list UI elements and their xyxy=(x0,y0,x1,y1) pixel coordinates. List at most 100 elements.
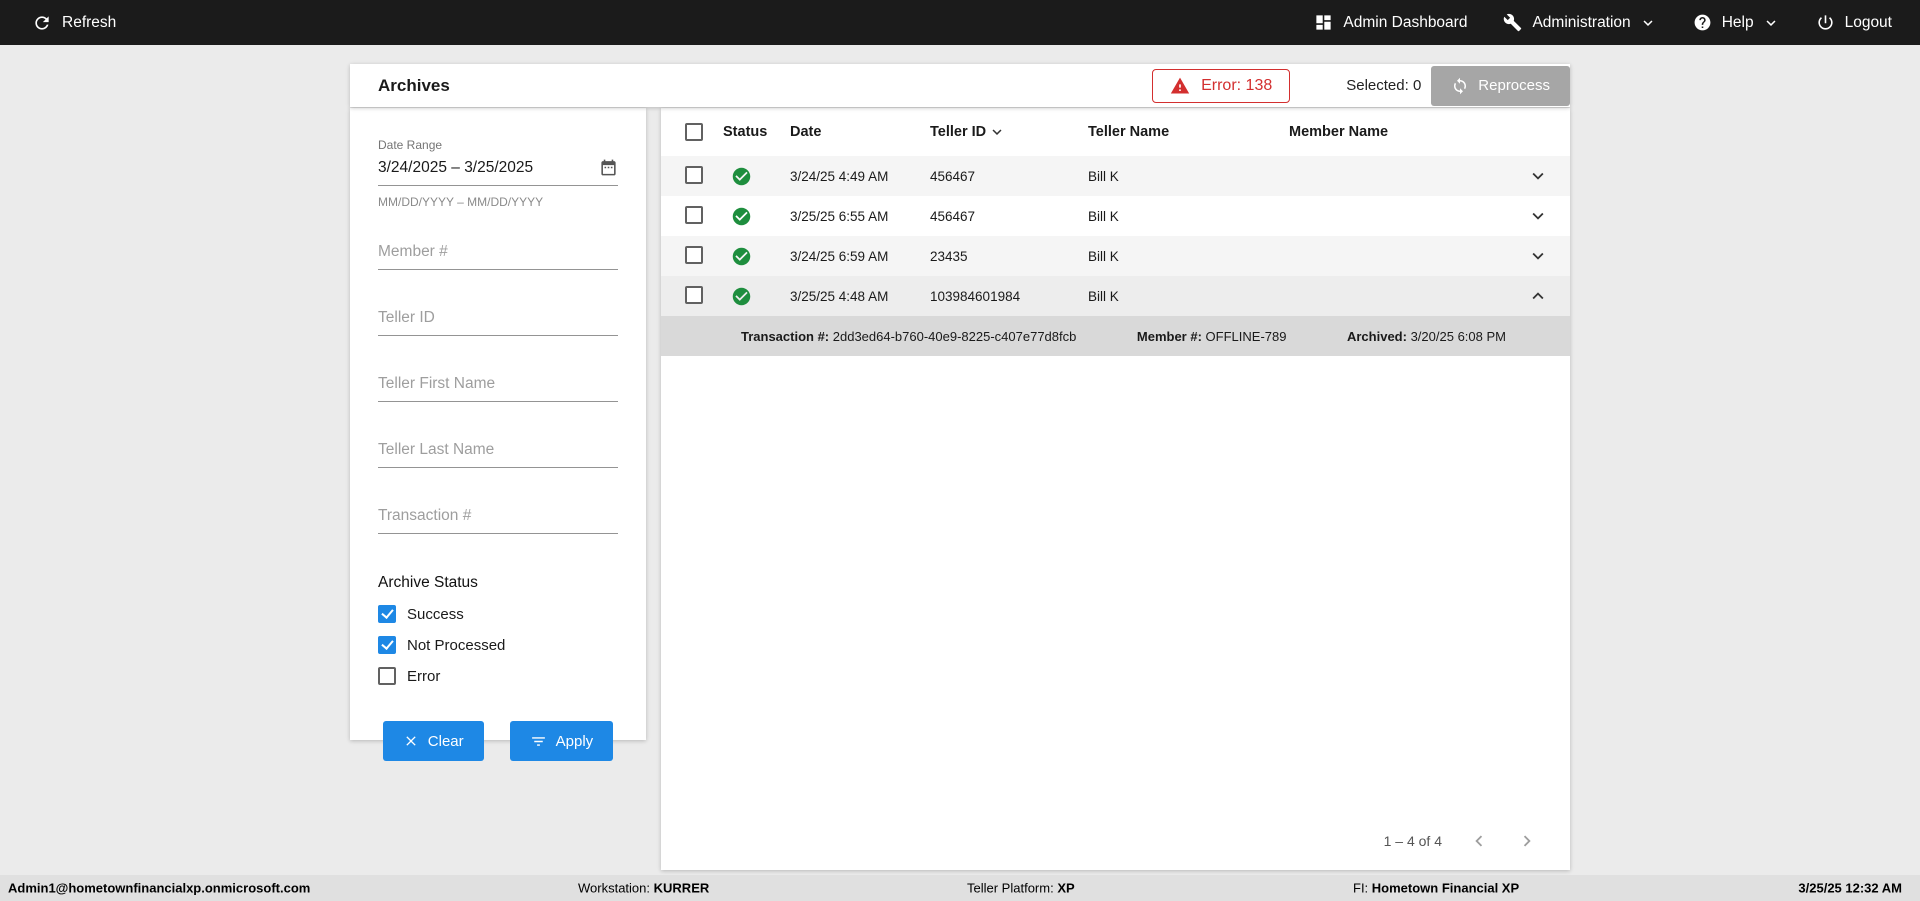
wrench-icon xyxy=(1503,13,1522,32)
row-checkbox[interactable] xyxy=(685,165,703,184)
filter-panel: Date Range MM/DD/YYYY – MM/DD/YYYY xyxy=(350,108,646,761)
row-date: 3/24/25 4:49 AM xyxy=(790,168,889,184)
column-header-teller-id[interactable]: Teller ID xyxy=(930,123,1088,141)
sync-icon xyxy=(1451,77,1469,95)
error-checkbox-label: Error xyxy=(407,667,441,685)
checkbox-row-success[interactable]: Success xyxy=(378,605,618,623)
current-datetime: 3/25/25 12:32 AM xyxy=(1798,880,1902,896)
success-checkbox-label: Success xyxy=(407,605,464,623)
error-checkbox[interactable] xyxy=(378,667,396,685)
date-range-input[interactable] xyxy=(378,152,618,185)
clear-label: Clear xyxy=(427,732,464,750)
success-status-icon xyxy=(723,286,790,307)
row-teller-id: 456467 xyxy=(930,168,976,184)
reprocess-label: Reprocess xyxy=(1478,77,1550,94)
main-content: Archives Error: 138 Selected: 0 Reproces… xyxy=(350,64,1570,870)
selected-count: Selected: 0 xyxy=(1346,77,1422,94)
success-status-icon xyxy=(723,166,790,187)
expand-row-chevron-icon[interactable] xyxy=(1505,165,1570,187)
apply-button[interactable]: Apply xyxy=(509,721,614,761)
administration-menu[interactable]: Administration xyxy=(1503,13,1656,32)
calendar-icon[interactable] xyxy=(599,158,618,177)
pagination: 1 – 4 of 4 xyxy=(661,830,1570,870)
admin-dashboard-label: Admin Dashboard xyxy=(1343,13,1468,31)
archive-status-label: Archive Status xyxy=(378,574,478,591)
next-page-button[interactable] xyxy=(1516,830,1538,852)
table-header-row: Status Date Teller ID Teller Name Member… xyxy=(661,108,1570,156)
expand-row-chevron-icon[interactable] xyxy=(1505,285,1570,307)
member-number-input[interactable] xyxy=(378,236,618,269)
expand-row-chevron-icon[interactable] xyxy=(1505,245,1570,267)
table-row[interactable]: 3/24/25 6:59 AM 23435 Bill K xyxy=(661,236,1570,276)
row-date: 3/25/25 6:55 AM xyxy=(790,208,889,224)
column-header-status[interactable]: Status xyxy=(723,124,790,140)
error-count-badge[interactable]: Error: 138 xyxy=(1152,68,1291,103)
transaction-number-input[interactable] xyxy=(378,500,618,533)
date-range-helper: MM/DD/YYYY – MM/DD/YYYY xyxy=(378,195,544,209)
teller-id-input[interactable] xyxy=(378,302,618,335)
financial-institution-info: FI: Hometown Financial XP xyxy=(1353,880,1520,896)
power-icon xyxy=(1816,13,1835,32)
reprocess-button[interactable]: Reprocess xyxy=(1431,65,1570,106)
row-teller-id: 103984601984 xyxy=(930,288,1021,304)
teller-last-name-input[interactable] xyxy=(378,434,618,467)
page-header-bar: Archives Error: 138 Selected: 0 Reproces… xyxy=(350,64,1570,107)
sort-descending-icon[interactable] xyxy=(988,123,1006,141)
teller-first-name-input[interactable] xyxy=(378,368,618,401)
logged-in-user: Admin1@hometownfinancialxp.onmicrosoft.c… xyxy=(8,880,311,896)
filter-icon xyxy=(530,733,547,750)
not-processed-checkbox[interactable] xyxy=(378,636,396,654)
table-row[interactable]: 3/25/25 6:55 AM 456467 Bill K xyxy=(661,196,1570,236)
detail-member: Member #: OFFLINE-789 xyxy=(1136,328,1287,344)
refresh-button[interactable]: Refresh xyxy=(32,13,116,33)
detail-transaction: Transaction #: 2dd3ed64-b760-40e9-8225-c… xyxy=(741,328,1077,344)
row-teller-id: 456467 xyxy=(930,208,976,224)
error-count-label: Error: 138 xyxy=(1201,76,1273,94)
table-row[interactable]: 3/24/25 4:49 AM 456467 Bill K xyxy=(661,156,1570,196)
checkbox-row-error[interactable]: Error xyxy=(378,667,618,685)
detail-archived: Archived: 3/20/25 6:08 PM xyxy=(1346,328,1506,344)
help-label: Help xyxy=(1721,13,1754,31)
archives-table: Status Date Teller ID Teller Name Member… xyxy=(661,108,1570,870)
checkbox-row-not-processed[interactable]: Not Processed xyxy=(378,636,618,654)
column-header-teller-name[interactable]: Teller Name xyxy=(1088,124,1289,140)
not-processed-checkbox-label: Not Processed xyxy=(407,636,506,654)
status-bar: Admin1@hometownfinancialxp.onmicrosoft.c… xyxy=(0,875,1920,901)
admin-dashboard-button[interactable]: Admin Dashboard xyxy=(1314,13,1467,32)
row-teller-name: Bill K xyxy=(1088,248,1119,264)
dashboard-grid-icon xyxy=(1314,13,1333,32)
teller-id-header-label: Teller ID xyxy=(930,124,987,140)
row-checkbox[interactable] xyxy=(685,205,703,224)
previous-page-button[interactable] xyxy=(1468,830,1490,852)
help-question-icon xyxy=(1693,13,1712,32)
logout-button[interactable]: Logout xyxy=(1816,13,1892,32)
pagination-range-label: 1 – 4 of 4 xyxy=(1383,833,1442,849)
table-row[interactable]: 3/25/25 4:48 AM 103984601984 Bill K xyxy=(661,276,1570,316)
select-all-checkbox[interactable] xyxy=(685,123,703,141)
success-checkbox[interactable] xyxy=(378,605,396,623)
x-clear-icon xyxy=(403,733,419,749)
success-status-icon xyxy=(723,206,790,227)
clear-button[interactable]: Clear xyxy=(382,721,484,761)
expand-row-chevron-icon[interactable] xyxy=(1505,205,1570,227)
administration-label: Administration xyxy=(1532,13,1631,31)
help-menu[interactable]: Help xyxy=(1693,13,1780,32)
chevron-down-icon xyxy=(1639,14,1657,32)
expanded-detail-row: Transaction #: 2dd3ed64-b760-40e9-8225-c… xyxy=(661,316,1570,356)
logout-label: Logout xyxy=(1844,13,1892,31)
date-range-label: Date Range xyxy=(378,138,443,152)
workstation-info: Workstation: KURRER xyxy=(578,880,710,896)
row-date: 3/24/25 6:59 AM xyxy=(790,248,889,264)
warning-triangle-icon xyxy=(1170,76,1190,96)
table-body: 3/24/25 4:49 AM 456467 Bill K 3/25/25 6:… xyxy=(661,156,1570,356)
page-title: Archives xyxy=(378,75,450,95)
column-header-date[interactable]: Date xyxy=(790,124,930,140)
row-checkbox[interactable] xyxy=(685,245,703,264)
refresh-label: Refresh xyxy=(62,13,117,31)
row-checkbox[interactable] xyxy=(685,285,703,304)
apply-label: Apply xyxy=(555,732,594,750)
top-navigation-bar: Refresh Admin Dashboard Administration H… xyxy=(0,0,1920,45)
teller-platform-info: Teller Platform: XP xyxy=(967,880,1075,896)
success-status-icon xyxy=(723,246,790,267)
column-header-member-name[interactable]: Member Name xyxy=(1289,124,1505,140)
